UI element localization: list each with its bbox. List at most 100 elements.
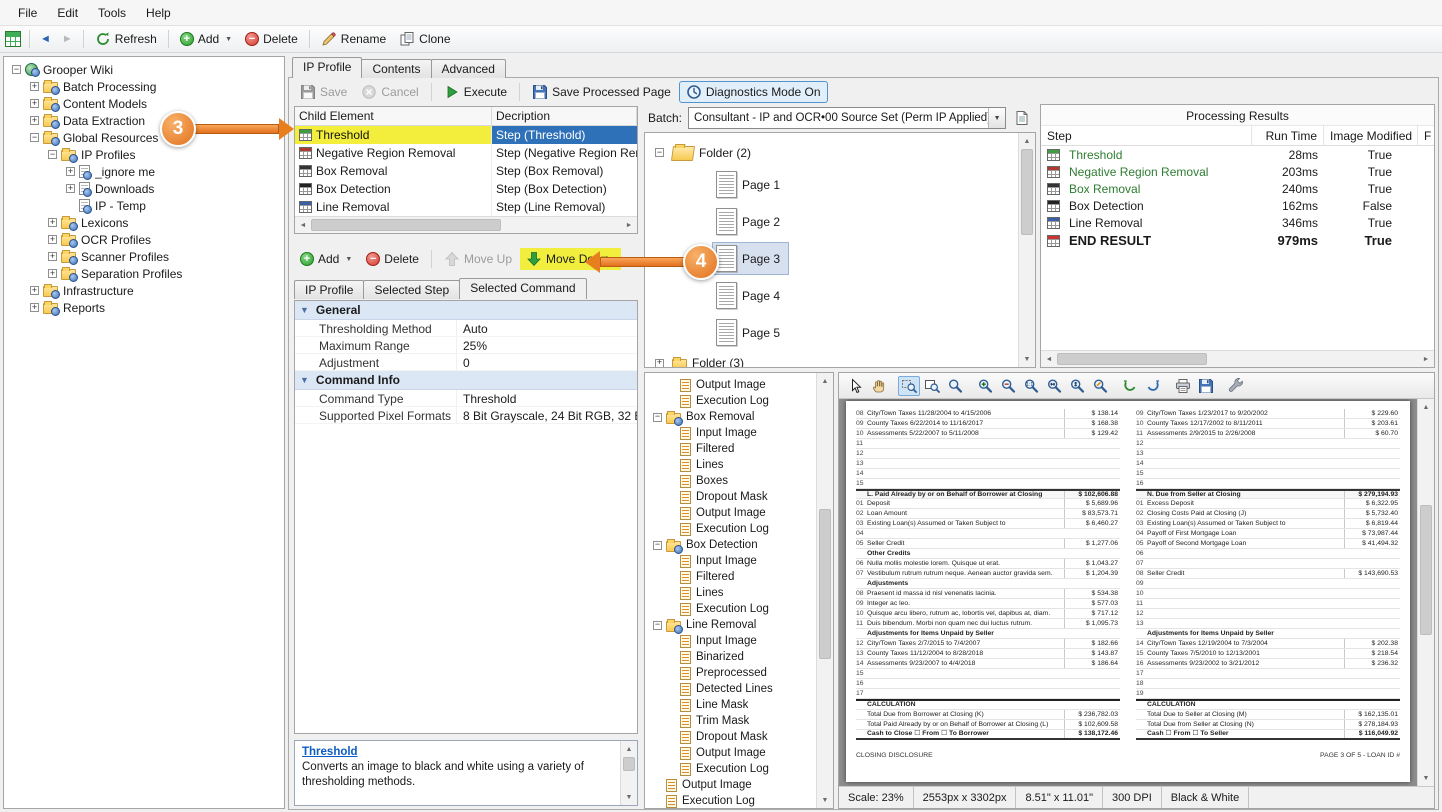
child-element-row[interactable]: Threshold Step (Threshold) <box>295 126 637 144</box>
scrollbar-thumb[interactable] <box>311 219 501 231</box>
batch-tree-item[interactable]: Page 2 <box>645 203 1018 240</box>
child-element-name-cell[interactable]: Negative Region Removal <box>295 144 492 162</box>
child-element-name-cell[interactable]: Threshold <box>295 126 492 144</box>
diagnostics-tree-item[interactable]: Execution Log <box>645 761 816 777</box>
diagnostics-tree-item[interactable]: Lines <box>645 585 816 601</box>
save-button[interactable]: Save <box>294 82 353 102</box>
tree-item[interactable]: Content Models <box>4 95 284 112</box>
move-up-button[interactable]: Move Up <box>438 249 518 269</box>
diagnostics-tree-item[interactable]: Preprocessed <box>645 665 816 681</box>
scrollbar-thumb[interactable] <box>1420 505 1432 635</box>
tree-expander-icon[interactable] <box>655 359 664 368</box>
batch-tree-item-box[interactable]: Page 5 <box>712 316 789 349</box>
tree-expander-icon[interactable] <box>12 65 21 74</box>
scroll-left-icon[interactable]: ◄ <box>1041 351 1057 367</box>
diagnostics-tree-item[interactable]: Input Image <box>645 425 816 441</box>
tree-expander-icon[interactable] <box>30 99 39 108</box>
diagnostics-tree-item[interactable]: Line Removal <box>645 617 816 633</box>
child-element-name-cell[interactable]: Line Removal <box>295 198 492 216</box>
navigate-forward-button[interactable]: ► <box>57 31 78 47</box>
vertical-scrollbar[interactable]: ▲ ▼ <box>1018 133 1035 367</box>
property-row[interactable]: Maximum Range 25% <box>295 337 637 354</box>
tree-expander-icon[interactable] <box>48 235 57 244</box>
menu-item[interactable]: File <box>8 2 47 24</box>
diagnostics-tree-item[interactable]: Line Mask <box>645 697 816 713</box>
menu-item[interactable]: Edit <box>47 2 88 24</box>
diagnostics-tree-item[interactable]: Box Detection <box>645 537 816 553</box>
property-section-command-info[interactable]: ▼ Command Info <box>295 371 637 390</box>
cancel-button[interactable]: Cancel <box>355 82 424 102</box>
viewer-tool-icon[interactable] <box>898 376 920 396</box>
viewer-tool-icon[interactable] <box>1089 376 1111 396</box>
scroll-up-icon[interactable]: ▲ <box>1418 399 1434 415</box>
tree-expander-icon[interactable] <box>30 286 39 295</box>
child-element-name-cell[interactable]: Box Removal <box>295 162 492 180</box>
child-element-row[interactable]: Negative Region Removal Step (Negative R… <box>295 144 637 162</box>
tree-expander-icon[interactable] <box>653 541 662 550</box>
diagnostics-tree-item[interactable]: Execution Log <box>645 793 816 808</box>
tree-expander-icon[interactable] <box>653 413 662 422</box>
batch-tree-item-box[interactable]: Page 2 <box>712 205 789 238</box>
diagnostics-tree-item[interactable]: Binarized <box>645 649 816 665</box>
diagnostics-tree-item[interactable]: Filtered <box>645 441 816 457</box>
horizontal-scrollbar[interactable]: ◄ ► <box>1041 350 1434 367</box>
execute-button[interactable]: Execute <box>438 82 513 102</box>
tree-item[interactable]: _ignore me <box>4 163 284 180</box>
rename-button[interactable]: Rename <box>315 29 392 49</box>
delete-step-button[interactable]: − Delete <box>360 250 425 268</box>
detail-tab[interactable]: Selected Command <box>459 278 586 299</box>
scroll-up-icon[interactable]: ▲ <box>621 741 637 757</box>
column-header-child-element[interactable]: Child Element <box>295 107 492 125</box>
diagnostics-tree-item[interactable]: Output Image <box>645 377 816 393</box>
batch-tree-item[interactable]: Page 4 <box>645 277 1018 314</box>
scroll-left-icon[interactable]: ◄ <box>295 217 311 233</box>
child-element-name-cell[interactable]: Box Detection <box>295 180 492 198</box>
diagnostics-tree-item[interactable]: Detected Lines <box>645 681 816 697</box>
property-row[interactable]: Command Type Threshold <box>295 390 637 407</box>
diagnostics-tree-item[interactable]: Dropout Mask <box>645 729 816 745</box>
threshold-help-link[interactable]: Threshold <box>302 746 358 758</box>
viewer-tool-icon[interactable] <box>1225 376 1247 396</box>
diagnostics-tree-item[interactable]: Box Removal <box>645 409 816 425</box>
tree-expander-icon[interactable] <box>30 116 39 125</box>
detail-tab[interactable]: Selected Step <box>363 280 460 299</box>
scroll-right-icon[interactable]: ► <box>1418 351 1434 367</box>
scroll-up-icon[interactable]: ▲ <box>1019 133 1035 149</box>
child-element-row[interactable]: Box Detection Step (Box Detection) <box>295 180 637 198</box>
column-header-description[interactable]: Decription <box>492 107 637 125</box>
tree-item[interactable]: IP Profiles <box>4 146 284 163</box>
diagnostics-tree-item[interactable]: Filtered <box>645 569 816 585</box>
menu-item[interactable]: Tools <box>88 2 136 24</box>
viewer-tool-icon[interactable] <box>1066 376 1088 396</box>
batch-tree-item-box[interactable]: Page 4 <box>712 279 789 312</box>
tree-expander-icon[interactable] <box>48 269 57 278</box>
menu-item[interactable]: Help <box>136 2 181 24</box>
main-tab[interactable]: Contents <box>361 59 431 78</box>
batch-tree-item-box[interactable]: Folder (2) <box>668 141 760 164</box>
viewer-tool-icon[interactable] <box>868 376 890 396</box>
tree-expander-icon[interactable] <box>30 82 39 91</box>
scroll-down-icon[interactable]: ▼ <box>1418 770 1434 786</box>
child-element-row[interactable]: Box Removal Step (Box Removal) <box>295 162 637 180</box>
property-row[interactable]: Adjustment 0 <box>295 354 637 371</box>
diagnostics-tree-item[interactable]: Input Image <box>645 553 816 569</box>
result-row[interactable]: Box Detection 162ms False <box>1041 197 1434 214</box>
viewer-tool-icon[interactable] <box>845 376 867 396</box>
tree-expander-icon[interactable] <box>30 133 39 142</box>
property-value[interactable]: 8 Bit Grayscale, 24 Bit RGB, 32 Bit F <box>457 407 637 423</box>
tree-expander-icon[interactable] <box>48 218 57 227</box>
view-batch-document-button[interactable] <box>1012 109 1032 127</box>
scrollbar-thumb[interactable] <box>1057 353 1207 365</box>
tree-expander-icon[interactable] <box>655 148 664 157</box>
viewer-tool-icon[interactable] <box>974 376 996 396</box>
property-section-general[interactable]: ▼ General <box>295 301 637 320</box>
diagnostics-tree-item[interactable]: Lines <box>645 457 816 473</box>
result-row[interactable]: Line Removal 346ms True <box>1041 214 1434 231</box>
batch-tree-item[interactable]: Folder (3) <box>645 351 1018 367</box>
tree-item[interactable]: IP - Temp <box>4 197 284 214</box>
batch-tree-item[interactable]: Page 5 <box>645 314 1018 351</box>
result-row[interactable]: Box Removal 240ms True <box>1041 180 1434 197</box>
scroll-down-icon[interactable]: ▼ <box>1019 351 1035 367</box>
main-tab[interactable]: IP Profile <box>292 57 362 78</box>
tree-item[interactable]: Separation Profiles <box>4 265 284 282</box>
